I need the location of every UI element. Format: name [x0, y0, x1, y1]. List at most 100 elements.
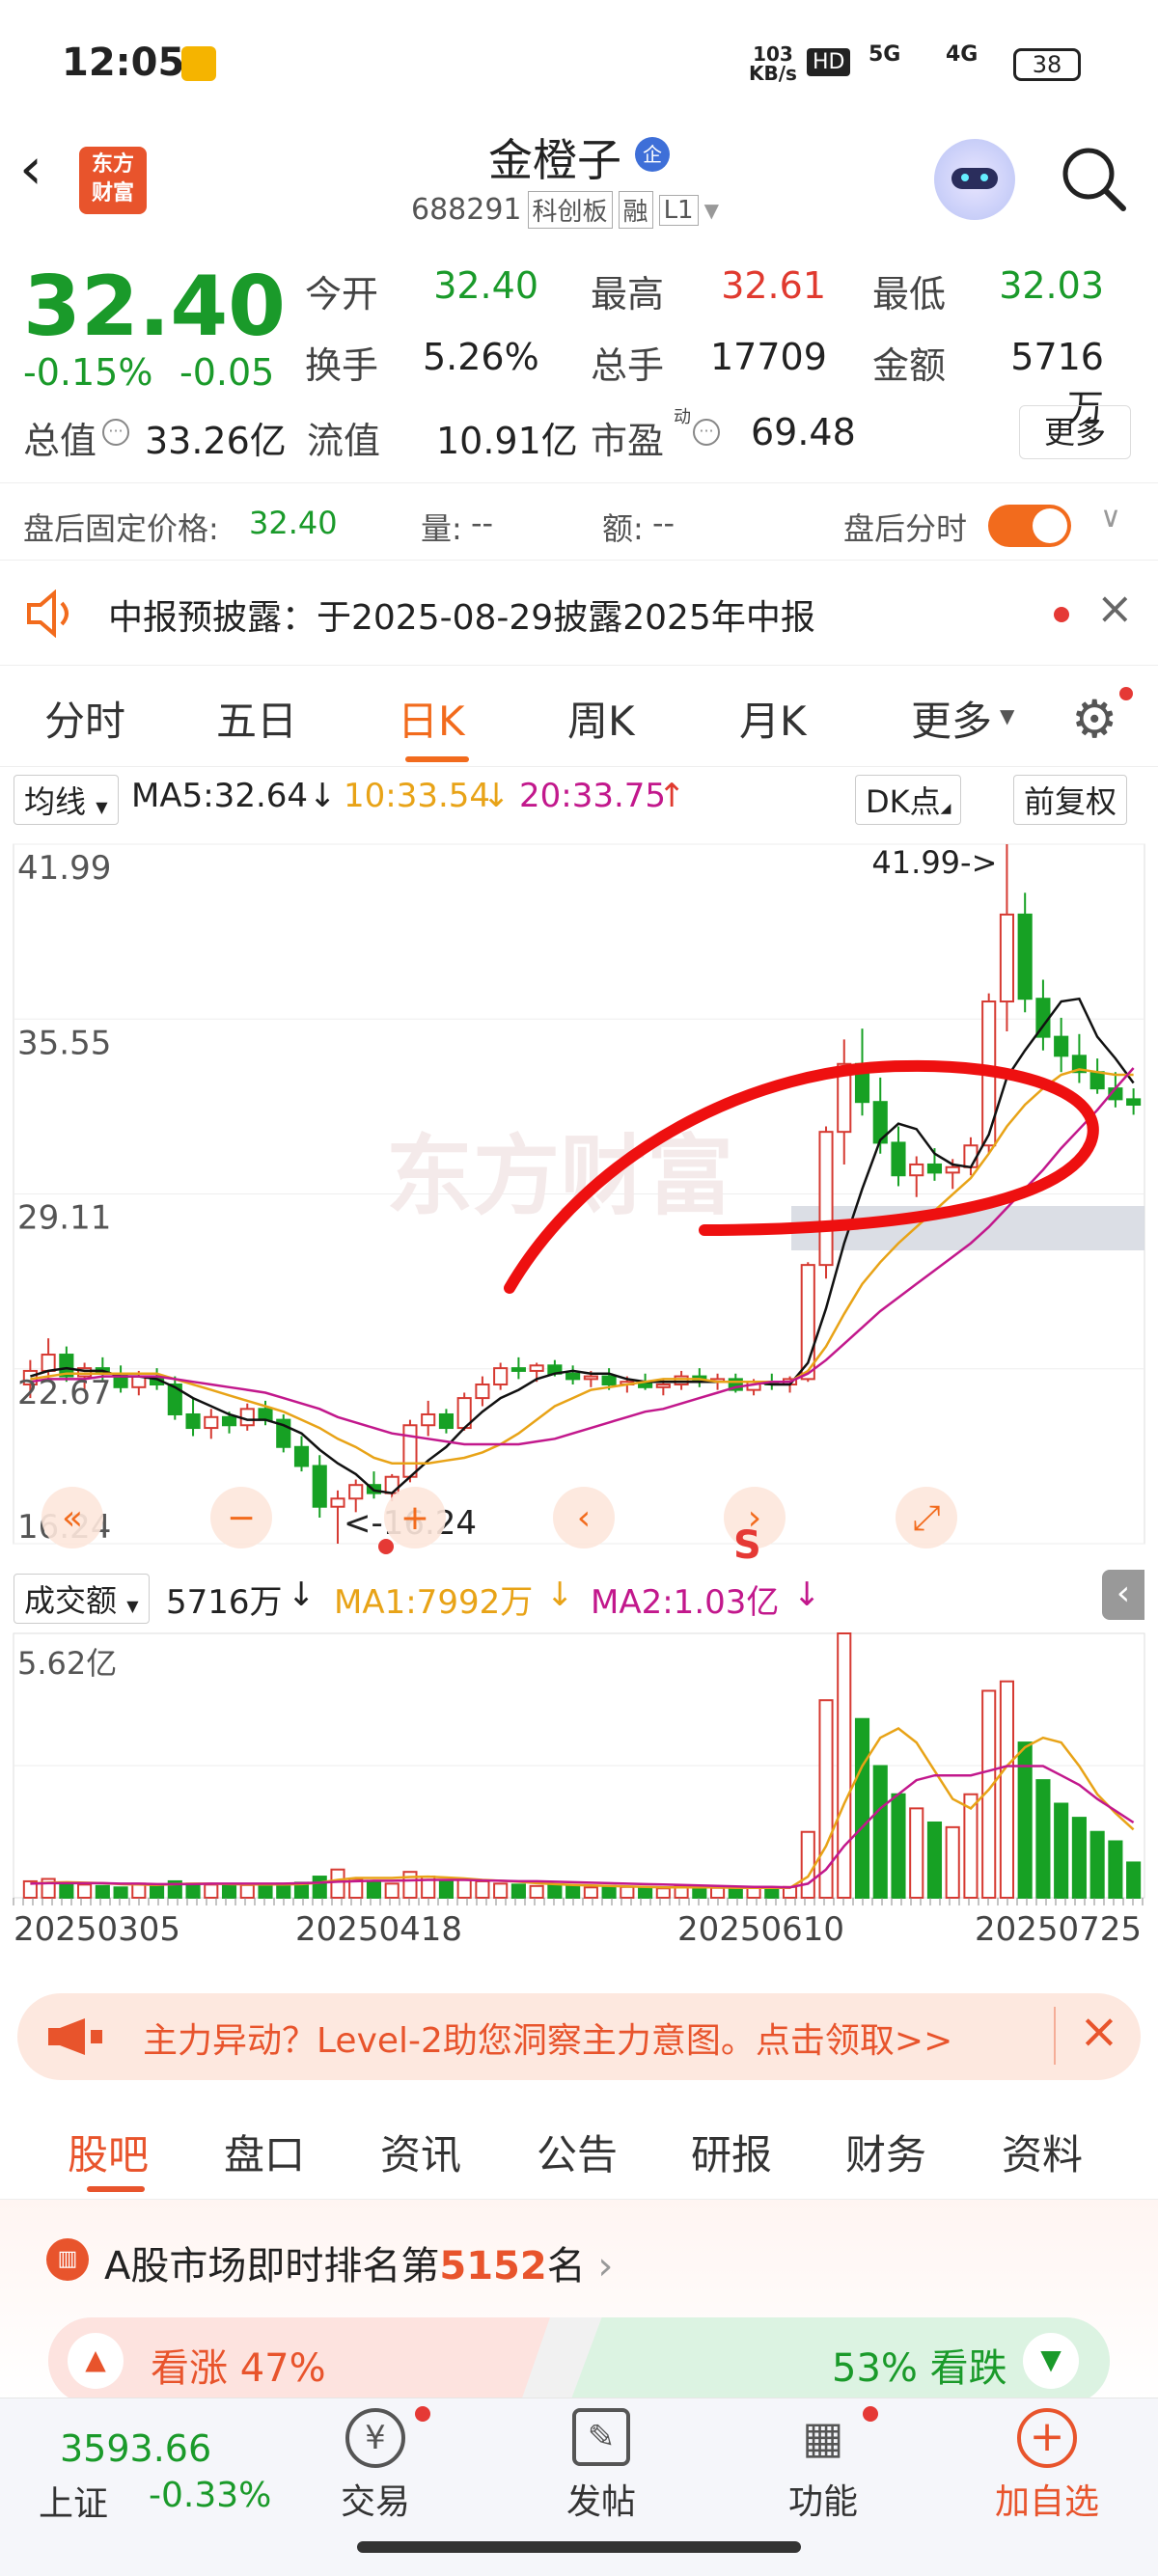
- volume-bar: [620, 1885, 635, 1899]
- ma10-value: 10:33.54: [344, 777, 491, 815]
- index-value[interactable]: 3593.66: [60, 2427, 211, 2470]
- max-price-label: 41.99->: [871, 844, 997, 881]
- volume-bar: [456, 1877, 472, 1900]
- index-change[interactable]: -0.33%: [149, 2476, 271, 2515]
- tab-timeshare[interactable]: 分时: [44, 689, 125, 748]
- candle-body: [655, 1384, 671, 1388]
- tab-profile[interactable]: 资料: [1002, 2123, 1083, 2181]
- bear-button[interactable]: ▼: [1023, 2333, 1079, 2389]
- candle-body: [1126, 1098, 1142, 1107]
- volume-chart[interactable]: 5.62亿 20250305 20250418 20250610 20250725: [0, 1626, 1158, 1949]
- volume-bar: [565, 1885, 581, 1899]
- after-vol-value: --: [471, 505, 494, 541]
- fullscreen-button[interactable]: ⤢: [896, 1487, 957, 1548]
- index-name[interactable]: 上证: [39, 2476, 108, 2526]
- after-hours-row: 盘后固定价格: 32.40 量: -- 额: -- 盘后分时 ∨: [0, 482, 1158, 560]
- collapse-panel-button[interactable]: ‹: [1102, 1570, 1144, 1620]
- volume-bar: [204, 1883, 219, 1899]
- rank-text[interactable]: A股市场即时排名第5152名 ›: [104, 2234, 613, 2290]
- tab-guba[interactable]: 股吧: [68, 2123, 149, 2181]
- zoom-out-button[interactable]: −: [210, 1487, 272, 1548]
- tab-daily-k[interactable]: 日K: [398, 689, 465, 748]
- volume-bar: [655, 1887, 671, 1900]
- nav-function[interactable]: ▦ 功能: [751, 2408, 896, 2524]
- ma20-arrow: ↑: [658, 777, 686, 815]
- candle-body: [945, 1165, 960, 1174]
- nav-post[interactable]: ✎ 发帖: [529, 2408, 674, 2524]
- active-tab-indicator: [405, 756, 469, 762]
- more-button[interactable]: 更多: [1019, 405, 1131, 459]
- chevron-down-icon[interactable]: ▼: [1000, 704, 1014, 727]
- quote-label: 换手: [305, 344, 379, 387]
- volume-bar: [872, 1765, 888, 1899]
- quote-value: 32.40: [433, 264, 538, 307]
- promo-banner[interactable]: 主力异动？Level-2助您洞察主力意图。点击领取>> ×: [17, 1993, 1141, 2080]
- volume-bar: [891, 1793, 906, 1900]
- close-icon[interactable]: ×: [1096, 582, 1134, 634]
- volume-bar: [312, 1876, 327, 1899]
- candlestick-chart[interactable]: 东方财富41.9935.5529.1122.6716.2441.99-><-16…: [0, 825, 1158, 1568]
- promo-text: 主力异动？Level-2助您洞察主力意图。点击领取>>: [143, 2021, 953, 2061]
- back-button[interactable]: ‹: [19, 140, 68, 198]
- zoom-in-button[interactable]: +: [384, 1487, 446, 1548]
- ma-select[interactable]: 均线 ▼: [14, 775, 119, 825]
- gear-icon[interactable]: ⚙: [1071, 689, 1117, 750]
- candle-body: [293, 1445, 310, 1467]
- prev-button[interactable]: ‹: [553, 1487, 615, 1548]
- volume-value: 5716万: [166, 1583, 283, 1622]
- volume-bar: [945, 1825, 960, 1900]
- tab-monthly-k[interactable]: 月K: [739, 689, 807, 748]
- tab-news[interactable]: 资讯: [380, 2123, 461, 2181]
- search-icon[interactable]: [1060, 145, 1127, 212]
- notice-bar[interactable]: 中报预披露：于2025-08-29披露2025年中报 ×: [0, 560, 1158, 666]
- control-glyph: −: [227, 1498, 256, 1538]
- tab-five-day[interactable]: 五日: [216, 689, 297, 748]
- volume-bar: [330, 1868, 345, 1899]
- candle-body: [348, 1484, 364, 1500]
- volume-bar: [1126, 1861, 1142, 1899]
- scroll-left-button[interactable]: «: [41, 1487, 103, 1548]
- volume-bar: [510, 1883, 526, 1899]
- tab-weekly-k[interactable]: 周K: [567, 689, 635, 748]
- dk-point-button[interactable]: DK点◢: [855, 775, 962, 825]
- tab-more[interactable]: 更多: [911, 689, 992, 748]
- plus-icon: +: [1017, 2408, 1077, 2468]
- tab-announcements[interactable]: 公告: [537, 2123, 618, 2181]
- tab-pankou[interactable]: 盘口: [224, 2123, 305, 2181]
- robot-assistant-icon[interactable]: [934, 139, 1015, 220]
- pe-sup: 动: [674, 407, 691, 427]
- stock-code-line: 688291 科创板 融 L1 ▼: [411, 191, 719, 229]
- chevron-down-icon[interactable]: ▼: [704, 199, 719, 222]
- adjust-button[interactable]: 前复权: [1013, 775, 1128, 825]
- volume-bar: [185, 1882, 201, 1899]
- pe-value: 69.48: [751, 411, 856, 453]
- bull-button[interactable]: ▲: [68, 2333, 124, 2389]
- chevron-down-icon[interactable]: ∨: [1100, 501, 1121, 534]
- chart-tabs: 分时 五日 日K 周K 月K 更多 ▼ ⚙: [0, 666, 1158, 767]
- nav-trade[interactable]: ¥ 交易: [303, 2408, 448, 2524]
- info-icon[interactable]: ···: [693, 419, 720, 446]
- info-icon[interactable]: ···: [102, 419, 129, 446]
- last-price: 32.40: [23, 259, 287, 355]
- x-tick-label: 20250418: [295, 1910, 462, 1949]
- vma2-arrow: ↓: [793, 1576, 821, 1614]
- rank-chart-icon: ▥: [46, 2238, 89, 2281]
- volume-select[interactable]: 成交额 ▼: [14, 1574, 150, 1624]
- candle-body: [1089, 1071, 1105, 1090]
- candle-body: [999, 913, 1014, 1003]
- tab-finance[interactable]: 财务: [845, 2123, 926, 2181]
- after-hours-toggle-label: 盘后分时: [843, 510, 968, 547]
- board-tag: 科创板: [527, 191, 613, 229]
- nav-add-watchlist[interactable]: + 加自选: [975, 2408, 1119, 2524]
- trade-dot: [415, 2406, 430, 2422]
- volume-bar: [113, 1886, 128, 1899]
- after-hours-toggle[interactable]: [988, 505, 1071, 547]
- signal-4g-icon: 4G: [946, 42, 979, 67]
- tab-research[interactable]: 研报: [691, 2123, 772, 2181]
- candle-body: [475, 1384, 490, 1400]
- candle-body: [926, 1163, 943, 1174]
- battery-icon: 38: [1013, 48, 1081, 81]
- close-icon[interactable]: ×: [1079, 2003, 1119, 2059]
- candle-body: [438, 1412, 454, 1430]
- vma1-arrow: ↓: [546, 1576, 574, 1614]
